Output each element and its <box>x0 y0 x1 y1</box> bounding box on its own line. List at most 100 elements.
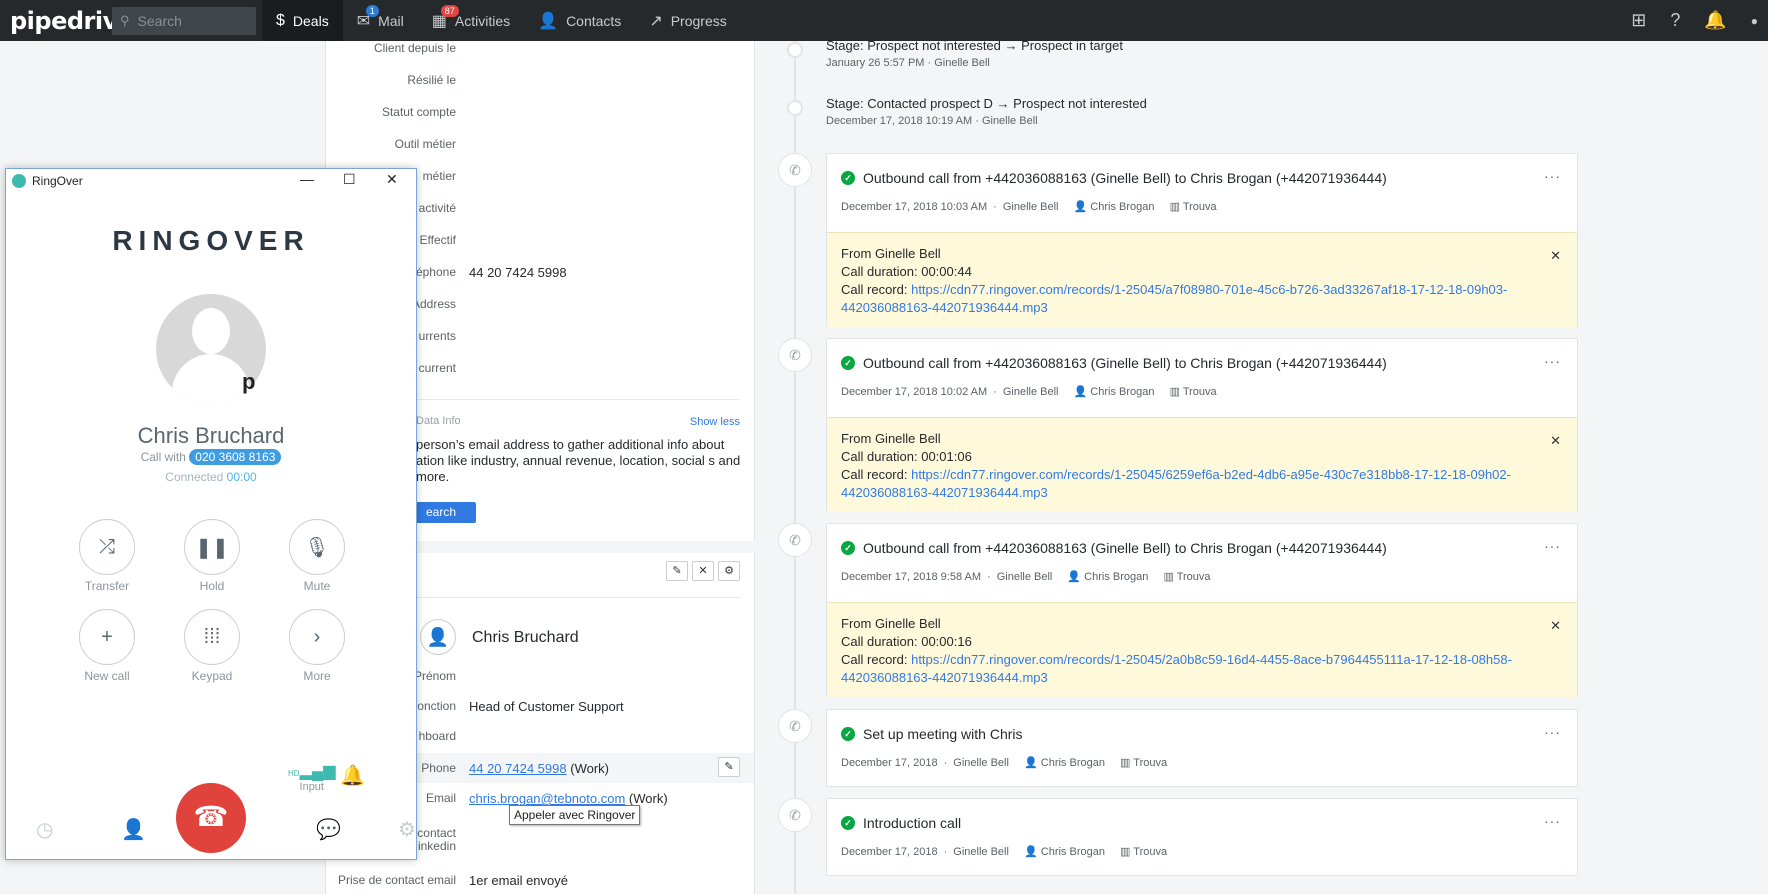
note-duration: Call duration: 00:00:44 <box>841 264 972 279</box>
nav-deals[interactable]: $ Deals <box>262 0 343 41</box>
chat-icon[interactable]: 💬 <box>316 817 341 842</box>
timeline-dot <box>787 42 803 58</box>
quick-add-icon[interactable]: ⊞ <box>1631 10 1646 31</box>
email-value[interactable]: chris.brogan@tebnoto.com (Work) <box>469 791 668 806</box>
keypad-button[interactable]: ⁞⁞⁞ Keypad <box>184 609 240 683</box>
minimize-icon[interactable]: — <box>300 171 314 187</box>
transfer-label: Transfer <box>84 579 130 593</box>
field-label: Outil métier <box>394 137 456 151</box>
divider <box>366 597 740 598</box>
data-info-label: Data Info <box>416 415 461 427</box>
activity-card: ✓ Outbound call from +442036088163 (Ginel… <box>826 523 1578 697</box>
call-record-link[interactable]: https://cdn77.ringover.com/records/1-250… <box>841 282 1507 315</box>
activity-org[interactable]: Trouva <box>1183 386 1217 398</box>
stage-user[interactable]: Ginelle Bell <box>934 57 990 69</box>
maximize-icon[interactable]: ☐ <box>343 171 356 188</box>
help-icon[interactable]: ? <box>1670 10 1680 31</box>
phone-icon: ✆ <box>778 798 812 832</box>
done-check-icon[interactable]: ✓ <box>841 356 855 370</box>
telephone-value[interactable]: 44 20 7424 5998 <box>469 265 567 280</box>
nav-contacts[interactable]: 👤 Contacts <box>524 0 635 41</box>
connected-label: Connected <box>165 470 224 484</box>
activity-org[interactable]: Trouva <box>1177 571 1211 583</box>
call-record-link[interactable]: https://cdn77.ringover.com/records/1-250… <box>841 467 1511 500</box>
activity-user[interactable]: Ginelle Bell <box>997 571 1053 583</box>
search-button[interactable]: earch <box>416 502 476 523</box>
activity-user[interactable]: Ginelle Bell <box>953 846 1009 858</box>
nav-right-icons: ⊞ ? 🔔 ● <box>1631 0 1768 41</box>
field-label: Phone <box>421 761 456 775</box>
nav-mail[interactable]: ✉ 1 Mail <box>343 0 418 41</box>
mute-button[interactable]: 🎙 Mute <box>289 519 345 593</box>
activity-user[interactable]: Ginelle Bell <box>1003 386 1059 398</box>
activity-title[interactable]: ✓ Outbound call from +442036088163 (Ginel… <box>841 170 1387 186</box>
activity-org[interactable]: Trouva <box>1133 846 1167 858</box>
activity-user[interactable]: Ginelle Bell <box>1003 201 1059 213</box>
collapse-note-icon[interactable]: ✕ <box>1550 617 1561 635</box>
activity-org[interactable]: Trouva <box>1183 201 1217 213</box>
phone-link[interactable]: 44 20 7424 5998 <box>469 761 567 776</box>
new-call-button[interactable]: + New call <box>79 609 135 683</box>
activity-title[interactable]: ✓ Outbound call from +442036088163 (Ginel… <box>841 540 1387 556</box>
trend-icon: ↗ <box>649 12 663 30</box>
collapse-note-icon[interactable]: ✕ <box>1550 247 1561 265</box>
ringover-titlebar: RingOver — ☐ ✕ <box>6 169 416 193</box>
activity-org[interactable]: Trouva <box>1133 757 1167 769</box>
activity-title[interactable]: ✓ Introduction call <box>841 815 961 831</box>
search-input[interactable]: ⚲ Search <box>112 6 256 35</box>
more-options-icon[interactable]: ··· <box>1544 353 1561 369</box>
contacts-icon[interactable]: 👤 <box>121 817 146 842</box>
settings-gear-icon[interactable]: ⚙ <box>398 817 416 842</box>
input-level-indicator[interactable]: HD▂▄▆ Input <box>288 761 336 793</box>
collapse-icon[interactable]: ✕ <box>692 561 714 581</box>
more-options-icon[interactable]: ··· <box>1544 538 1561 554</box>
more-label: More <box>303 669 331 683</box>
more-button[interactable]: › More <box>289 609 345 683</box>
hang-up-button[interactable]: ☎ <box>176 783 246 853</box>
close-icon[interactable]: ✕ <box>386 171 398 188</box>
user-avatar-icon[interactable]: ● <box>1751 14 1758 28</box>
person-name[interactable]: Chris Bruchard <box>472 629 579 647</box>
transfer-button[interactable]: ⤮ Transfer <box>79 519 135 593</box>
phone-value[interactable]: 44 20 7424 5998 (Work) <box>469 761 609 776</box>
more-options-icon[interactable]: ··· <box>1544 168 1561 184</box>
bell-icon[interactable]: 🔔 <box>340 763 365 788</box>
notifications-icon[interactable]: 🔔 <box>1704 10 1726 31</box>
done-check-icon[interactable]: ✓ <box>841 727 855 741</box>
field-label: Résilié le <box>407 73 456 87</box>
call-record-link[interactable]: https://cdn77.ringover.com/records/1-250… <box>841 652 1512 685</box>
stage-change-text: Stage: Prospect not interested → Prospec… <box>826 38 1123 53</box>
person-avatar-icon[interactable]: 👤 <box>420 619 456 655</box>
activity-person[interactable]: Chris Brogan <box>1084 571 1148 583</box>
done-check-icon[interactable]: ✓ <box>841 541 855 555</box>
nav-activities[interactable]: ▦ 87 Activities <box>418 0 524 41</box>
stage-user[interactable]: Ginelle Bell <box>982 115 1038 127</box>
activity-user[interactable]: Ginelle Bell <box>953 757 1009 769</box>
activity-person[interactable]: Chris Brogan <box>1041 846 1105 858</box>
activity-person[interactable]: Chris Brogan <box>1090 201 1154 213</box>
pipedrive-logo[interactable]: pipedrive <box>0 7 134 35</box>
settings-icon[interactable]: ⚙ <box>718 561 740 581</box>
activity-person[interactable]: Chris Brogan <box>1041 757 1105 769</box>
activity-title-text: Outbound call from +442036088163 (Ginell… <box>863 170 1387 186</box>
note-from: From Ginelle Bell <box>841 246 941 261</box>
activity-person[interactable]: Chris Brogan <box>1090 386 1154 398</box>
more-options-icon[interactable]: ··· <box>1544 813 1561 829</box>
note-record: Call record: https://cdn77.ringover.com/… <box>841 466 1563 502</box>
show-less-link[interactable]: Show less <box>690 416 740 428</box>
nav-progress[interactable]: ↗ Progress <box>635 0 740 41</box>
activity-card: ✓ Outbound call from +442036088163 (Ginel… <box>826 338 1578 512</box>
done-check-icon[interactable]: ✓ <box>841 171 855 185</box>
history-icon[interactable]: ◷ <box>36 817 53 842</box>
activity-title[interactable]: ✓ Set up meeting with Chris <box>841 726 1023 742</box>
hold-button[interactable]: ❚❚ Hold <box>184 519 240 593</box>
org-icon: ▥ <box>1169 386 1180 398</box>
activity-title[interactable]: ✓ Outbound call from +442036088163 (Ginel… <box>841 355 1387 371</box>
more-options-icon[interactable]: ··· <box>1544 724 1561 740</box>
edit-icon[interactable]: ✎ <box>666 561 688 581</box>
done-check-icon[interactable]: ✓ <box>841 816 855 830</box>
email-link[interactable]: chris.brogan@tebnoto.com <box>469 791 625 806</box>
activity-date: December 17, 2018 10:02 AM <box>841 386 988 398</box>
collapse-note-icon[interactable]: ✕ <box>1550 432 1561 450</box>
phone-edit-icon[interactable]: ✎ <box>718 757 740 777</box>
